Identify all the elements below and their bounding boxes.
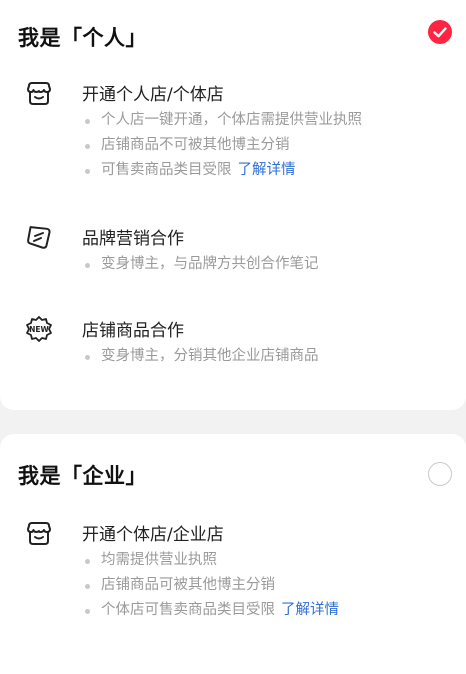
enterprise-option-card[interactable]: 我是「企业」 开通个体店/企业店 均需提供营业执照 店铺商品可被其他博主分销 个… xyxy=(0,434,466,674)
enterprise-option-title: 我是「企业」 xyxy=(18,464,147,488)
feature-bullet-list: 变身博主，分销其他企业店铺商品 xyxy=(82,344,319,369)
feature-bullet-list: 均需提供营业执照 店铺商品可被其他博主分销 个体店可售卖商品类目受限 了解详情 xyxy=(82,548,339,623)
new-badge-text: NEW xyxy=(29,325,49,334)
list-item: 变身博主，分销其他企业店铺商品 xyxy=(82,344,319,369)
list-item: 店铺商品不可被其他博主分销 xyxy=(82,133,362,158)
list-item: 店铺商品可被其他博主分销 xyxy=(82,573,339,598)
feature-bullet-list: 变身博主，与品牌方共创合作笔记 xyxy=(82,252,319,277)
personal-selected-radio[interactable] xyxy=(428,20,452,44)
learn-more-link[interactable]: 了解详情 xyxy=(238,162,296,178)
new-badge-icon: NEW xyxy=(26,316,52,342)
learn-more-link[interactable]: 了解详情 xyxy=(281,602,339,618)
list-item: 均需提供营业执照 xyxy=(82,548,339,573)
brand-tag-icon xyxy=(27,226,51,249)
store-icon xyxy=(27,522,51,545)
feature-title: 开通个体店/企业店 xyxy=(82,525,224,545)
enterprise-unselected-radio[interactable] xyxy=(428,462,452,486)
list-item: 可售卖商品类目受限 了解详情 xyxy=(82,158,362,183)
list-item: 个体店可售卖商品类目受限 了解详情 xyxy=(82,598,339,623)
list-item: 变身博主，与品牌方共创合作笔记 xyxy=(82,252,319,277)
list-item: 个人店一键开通，个体店需提供营业执照 xyxy=(82,108,362,133)
feature-title: 开通个人店/个体店 xyxy=(82,85,224,105)
feature-title: 店铺商品合作 xyxy=(82,321,184,341)
store-icon xyxy=(27,82,51,105)
feature-title: 品牌营销合作 xyxy=(82,229,184,249)
personal-option-title: 我是「个人」 xyxy=(18,26,147,50)
personal-option-card[interactable]: 我是「个人」 开通个人店/个体店 个人店一键开通，个体店需提供营业执照 店铺商品… xyxy=(0,0,466,410)
check-icon xyxy=(433,27,447,38)
feature-bullet-list: 个人店一键开通，个体店需提供营业执照 店铺商品不可被其他博主分销 可售卖商品类目… xyxy=(82,108,362,183)
